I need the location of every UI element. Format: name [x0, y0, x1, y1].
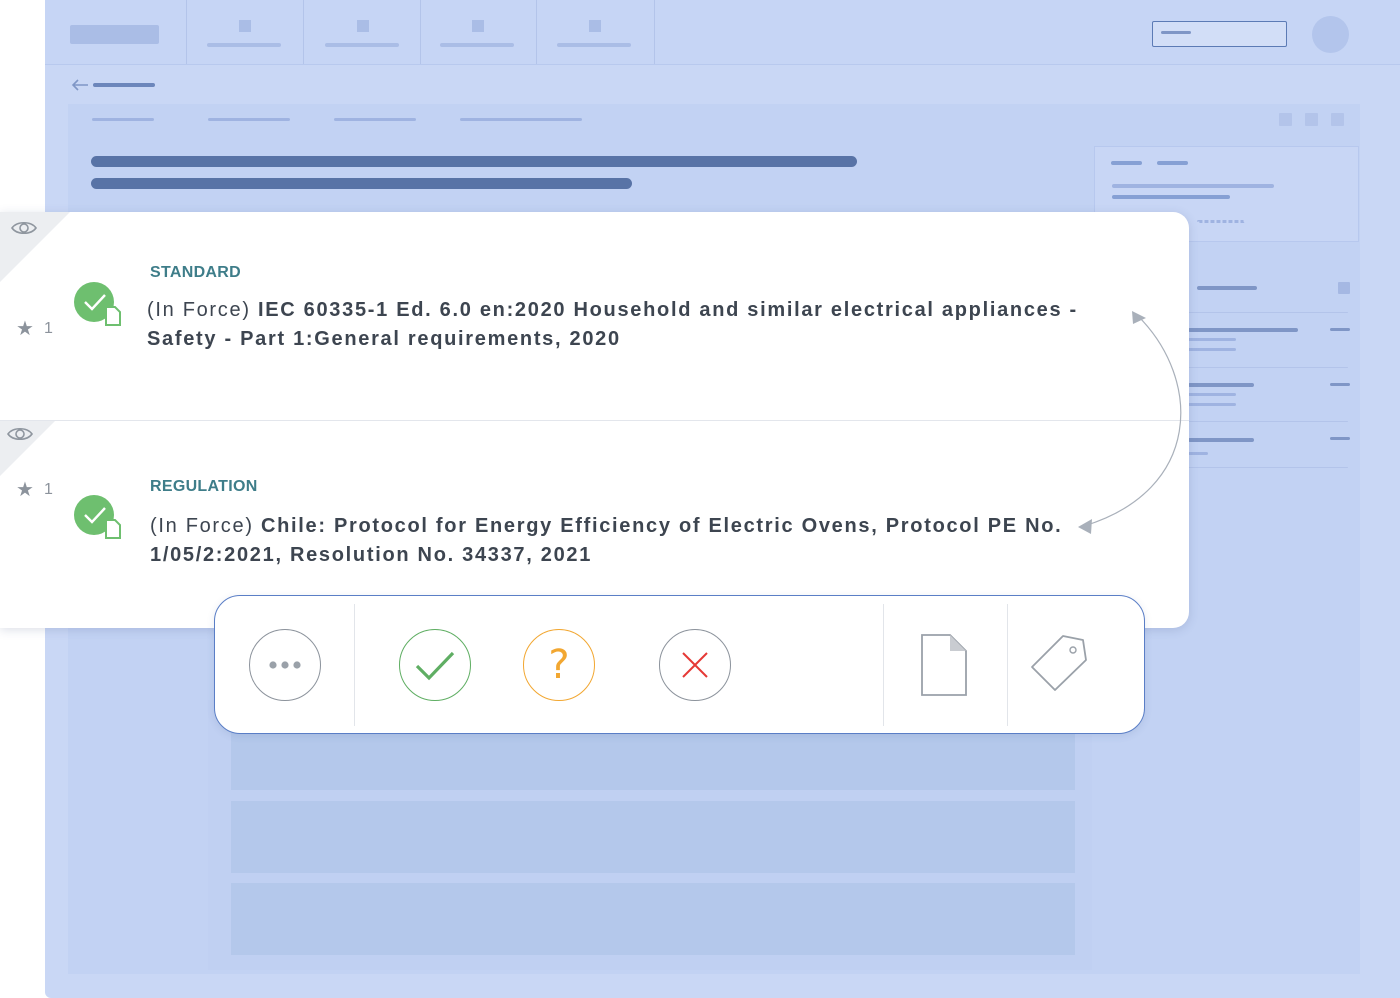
eye-icon[interactable]: [11, 220, 37, 236]
page-subtitle-placeholder: [91, 178, 632, 189]
star-icon[interactable]: ★: [16, 316, 34, 340]
question-mark-icon: ?: [548, 642, 570, 688]
check-icon: [84, 507, 106, 524]
check-icon: [84, 294, 106, 311]
document-icon: [105, 519, 121, 539]
approve-button[interactable]: [399, 629, 471, 701]
status-approved-icon: [74, 282, 121, 326]
nav-item[interactable]: [325, 43, 399, 47]
avatar[interactable]: [1312, 16, 1349, 53]
status-approved-icon: [74, 495, 121, 539]
action-button[interactable]: [1331, 113, 1344, 126]
question-button[interactable]: ?: [523, 629, 595, 701]
more-button[interactable]: [249, 629, 321, 701]
status-prefix: (In Force): [147, 299, 251, 321]
back-arrow-icon[interactable]: [70, 78, 90, 92]
star-count: 1: [44, 481, 53, 498]
more-dots-icon: [269, 661, 301, 669]
close-icon: [682, 652, 708, 678]
action-button[interactable]: [1305, 113, 1318, 126]
nav-item[interactable]: [440, 43, 514, 47]
list-action-icon[interactable]: [1338, 282, 1350, 294]
status-prefix: (In Force): [150, 515, 254, 537]
check-icon: [415, 651, 455, 681]
nav-item[interactable]: [557, 43, 631, 47]
nav-item-icon[interactable]: [472, 20, 484, 32]
document-icon: [105, 306, 121, 326]
eye-icon[interactable]: [7, 426, 33, 442]
nav-item-icon[interactable]: [239, 20, 251, 32]
item-title[interactable]: (In Force) IEC 60335-1 Ed. 6.0 en:2020 H…: [147, 296, 1147, 354]
item-title-text: IEC 60335-1 Ed. 6.0 en:2020 Household an…: [147, 299, 1078, 350]
results-card: ★ 1 STANDARD (In Force) IEC 60335-1 Ed. …: [0, 212, 1189, 628]
item-category: REGULATION: [150, 478, 258, 495]
star-count: 1: [44, 320, 53, 337]
item-title-text: Chile: Protocol for Energy Efficiency of…: [150, 515, 1063, 566]
link-arrow-icon: [1078, 311, 1182, 534]
page-title-placeholder: [91, 156, 857, 167]
app-logo: [70, 25, 159, 44]
document-icon[interactable]: [919, 632, 969, 698]
nav-item-icon[interactable]: [357, 20, 369, 32]
list-item[interactable]: [231, 801, 1075, 873]
action-toolbar: ?: [214, 595, 1145, 734]
tag-icon[interactable]: [1027, 632, 1089, 694]
star-icon[interactable]: ★: [16, 477, 34, 501]
nav-item[interactable]: [207, 43, 281, 47]
item-title[interactable]: (In Force) Chile: Protocol for Energy Ef…: [150, 512, 1110, 570]
item-category: STANDARD: [150, 264, 241, 281]
action-button[interactable]: [1279, 113, 1292, 126]
reject-button[interactable]: [659, 629, 731, 701]
list-item[interactable]: [231, 883, 1075, 955]
search-input[interactable]: [1152, 21, 1287, 47]
nav-item-icon[interactable]: [589, 20, 601, 32]
back-link[interactable]: [93, 83, 155, 87]
